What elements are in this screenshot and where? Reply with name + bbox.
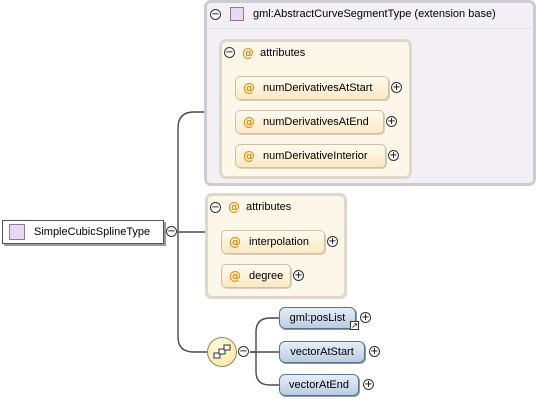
expand-num-derivatives-at-end-button[interactable]: + bbox=[386, 116, 397, 127]
extension-collapse-button[interactable]: − bbox=[210, 9, 221, 20]
main-type-node[interactable]: SimpleCubicSplineType bbox=[2, 220, 164, 244]
expand-interpolation-button[interactable]: + bbox=[327, 236, 338, 247]
attribute-name: numDerivativesAtStart bbox=[263, 82, 373, 94]
attribute-num-derivative-interior[interactable]: @ numDerivativeInterior bbox=[235, 144, 386, 168]
element-vector-at-start[interactable]: vectorAtStart bbox=[279, 341, 365, 363]
attribute-degree[interactable]: @ degree bbox=[221, 264, 291, 288]
attribute-name: numDerivativeInterior bbox=[263, 150, 368, 162]
extension-base-label: gml:AbstractCurveSegmentType (extension … bbox=[253, 8, 496, 20]
attributes-group-marker-icon: @ bbox=[242, 46, 254, 60]
attribute-num-derivatives-at-start[interactable]: @ numDerivativesAtStart bbox=[235, 76, 389, 100]
connector-to-vectoratend bbox=[255, 352, 279, 386]
expand-num-derivative-interior-button[interactable]: + bbox=[388, 150, 399, 161]
expand-gml-poslist-button[interactable]: + bbox=[360, 312, 371, 323]
expand-degree-button[interactable]: + bbox=[293, 270, 304, 281]
attribute-marker-icon: @ bbox=[229, 269, 241, 283]
element-name: gml:posList bbox=[289, 312, 346, 324]
extension-attributes-label: attributes bbox=[260, 47, 306, 59]
connector-to-poslist bbox=[250, 317, 279, 353]
sequence-glyph bbox=[213, 344, 231, 359]
attribute-name: numDerivativesAtEnd bbox=[263, 116, 369, 128]
sequence-collapse-button[interactable]: − bbox=[238, 346, 249, 357]
attribute-interpolation[interactable]: @ interpolation bbox=[221, 230, 325, 254]
main-type-label: SimpleCubicSplineType bbox=[34, 226, 151, 238]
extension-header-divider bbox=[208, 28, 532, 29]
element-name: vectorAtEnd bbox=[289, 379, 349, 391]
own-attributes-collapse-button[interactable]: − bbox=[210, 202, 221, 213]
attribute-name: degree bbox=[249, 270, 284, 282]
complex-type-icon bbox=[9, 224, 25, 240]
attributes-group-marker-icon: @ bbox=[228, 200, 240, 214]
own-attributes-label: attributes bbox=[246, 201, 292, 213]
attribute-marker-icon: @ bbox=[229, 235, 241, 249]
attribute-marker-icon: @ bbox=[243, 149, 255, 163]
reference-arrow-icon: ↗ bbox=[350, 320, 359, 330]
attribute-marker-icon: @ bbox=[243, 115, 255, 129]
sequence-compositor-icon[interactable] bbox=[207, 337, 237, 367]
element-gml-poslist[interactable]: gml:posList bbox=[279, 307, 356, 329]
main-type-collapse-button[interactable]: − bbox=[166, 226, 177, 237]
attribute-num-derivatives-at-end[interactable]: @ numDerivativesAtEnd bbox=[235, 110, 384, 134]
expand-vector-at-start-button[interactable]: + bbox=[369, 346, 380, 357]
element-vector-at-end[interactable]: vectorAtEnd bbox=[279, 374, 359, 396]
attribute-marker-icon: @ bbox=[243, 81, 255, 95]
connector-to-sequence bbox=[177, 232, 208, 353]
expand-vector-at-end-button[interactable]: + bbox=[363, 379, 374, 390]
attribute-name: interpolation bbox=[249, 236, 309, 248]
element-name: vectorAtStart bbox=[290, 346, 354, 358]
expand-num-derivatives-at-start-button[interactable]: + bbox=[391, 82, 402, 93]
extension-type-icon bbox=[230, 7, 244, 21]
extension-attributes-collapse-button[interactable]: − bbox=[224, 47, 235, 58]
